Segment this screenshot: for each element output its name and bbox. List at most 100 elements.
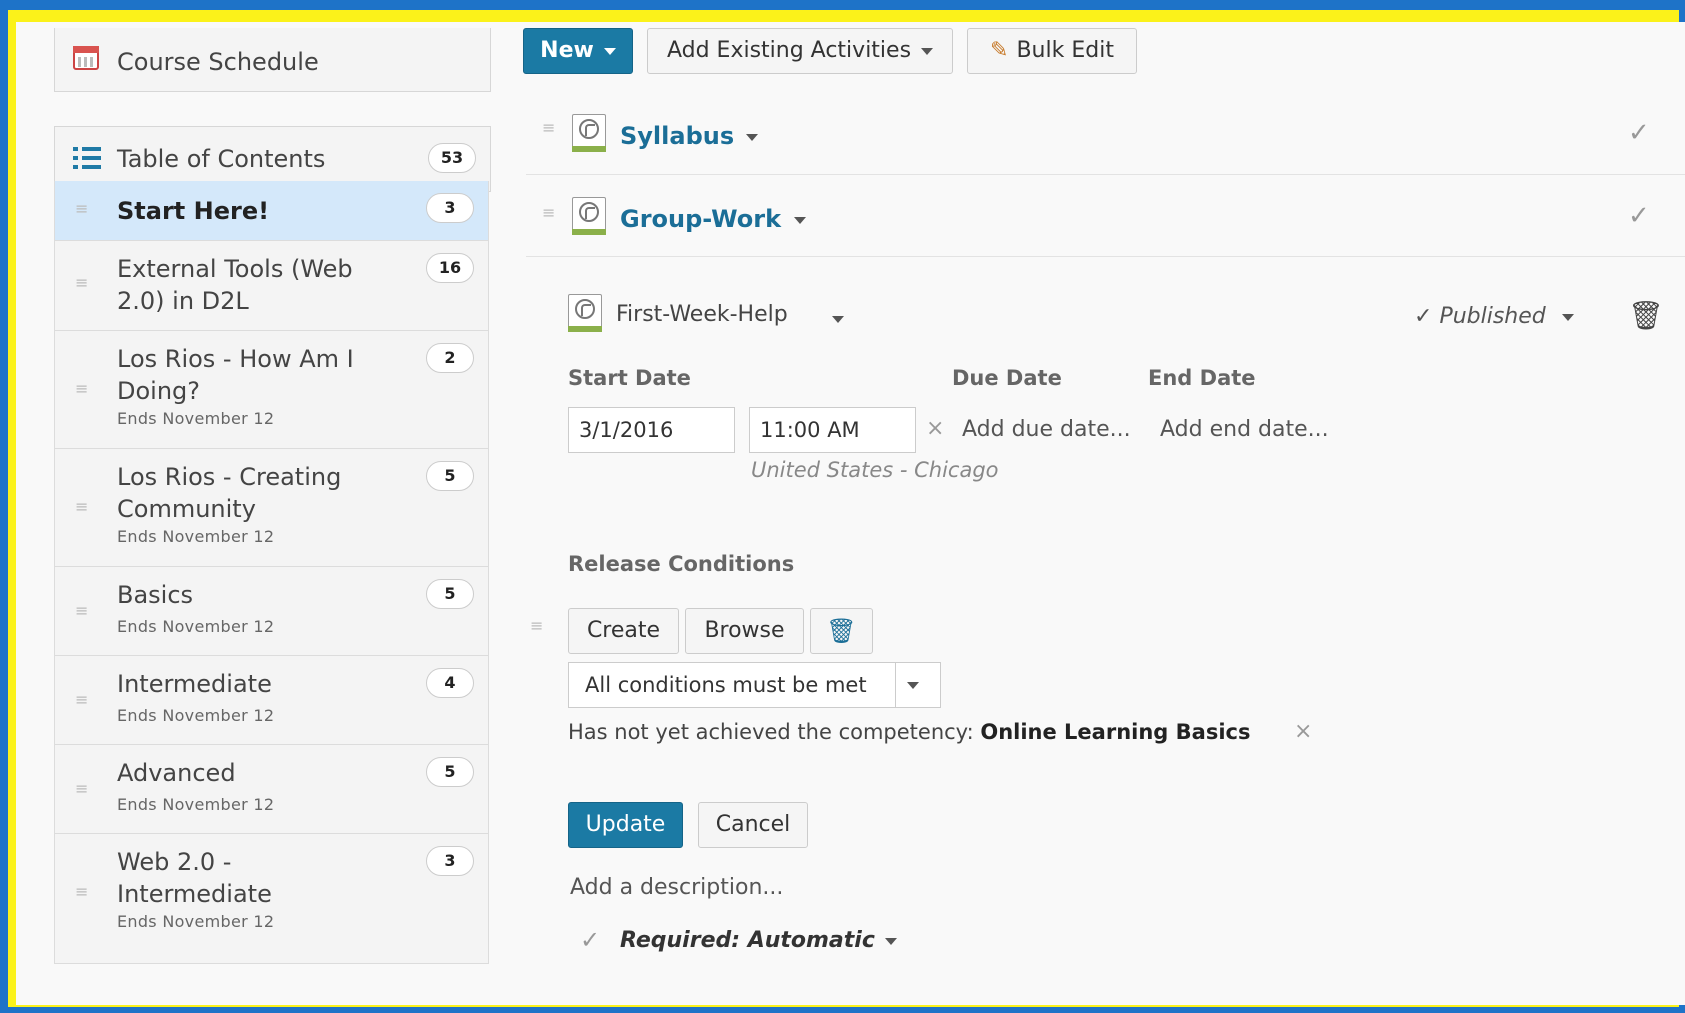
add-end-date-link[interactable]: Add end date... [1160, 417, 1329, 442]
delete-conditions-trash-icon[interactable]: 🗑 [810, 608, 873, 654]
add-due-date-link[interactable]: Add due date... [962, 417, 1131, 442]
module-creating-community[interactable]: ≡ Los Rios - Creating Community Ends Nov… [54, 449, 489, 567]
module-web-intermediate[interactable]: ≡ Web 2.0 - Intermediate Ends November 1… [54, 834, 489, 964]
start-time-input[interactable]: 11:00 AM [749, 407, 916, 453]
start-date-input[interactable]: 3/1/2016 [568, 407, 735, 453]
module-external-tools[interactable]: ≡ External Tools (Web 2.0) in D2L 16 [54, 241, 489, 331]
module-end-date: Ends November 12 [117, 706, 275, 725]
drag-handle-icon[interactable]: ≡ [542, 118, 555, 137]
chevron-down-icon[interactable] [746, 134, 758, 141]
module-title: Basics [117, 581, 194, 609]
clear-date-icon[interactable]: × [926, 416, 944, 441]
drag-handle-icon[interactable]: ≡ [75, 497, 88, 516]
drag-handle-icon[interactable]: ≡ [75, 601, 88, 620]
drag-handle-icon[interactable]: ≡ [542, 203, 555, 222]
pencil-icon: ✎ [990, 38, 1009, 63]
checkmark-icon: ✓ [580, 926, 601, 954]
completion-tracking-dropdown[interactable]: Required: Automatic [620, 928, 897, 953]
module-end-date: Ends November 12 [117, 409, 275, 428]
new-button[interactable]: New [523, 28, 633, 74]
trash-icon[interactable]: 🗑 [1628, 299, 1664, 332]
module-intermediate[interactable]: ≡ Intermediate Ends November 12 4 [54, 656, 489, 745]
web-page-icon [568, 294, 602, 332]
condition-mode-value: All conditions must be met [585, 673, 867, 697]
add-description-link[interactable]: Add a description... [570, 875, 783, 900]
update-button[interactable]: Update [568, 802, 683, 848]
module-end-date: Ends November 12 [117, 795, 275, 814]
module-end-date: Ends November 12 [117, 617, 275, 636]
module-title: Intermediate [117, 670, 272, 698]
cancel-button[interactable]: Cancel [698, 802, 808, 848]
drag-handle-icon[interactable]: ≡ [75, 379, 88, 398]
start-date-label: Start Date [568, 366, 691, 390]
module-count-badge: 2 [426, 343, 474, 373]
condition-target: Online Learning Basics [980, 720, 1251, 744]
module-count-badge: 3 [426, 193, 474, 223]
create-condition-button[interactable]: Create [568, 608, 679, 654]
module-count-badge: 3 [426, 846, 474, 876]
published-check-icon: ✓ [1628, 118, 1650, 148]
module-end-date: Ends November 12 [117, 912, 275, 931]
drag-handle-icon[interactable]: ≡ [530, 616, 543, 635]
end-date-label: End Date [1148, 366, 1256, 390]
module-count-badge: 16 [426, 253, 474, 283]
bulk-edit-label: Bulk Edit [1016, 38, 1114, 63]
topic-title[interactable]: First-Week-Help [616, 302, 788, 327]
module-basics[interactable]: ≡ Basics Ends November 12 5 [54, 567, 489, 656]
module-how-am-i-doing[interactable]: ≡ Los Rios - How Am I Doing? Ends Novemb… [54, 331, 489, 449]
drag-handle-icon[interactable]: ≡ [75, 779, 88, 798]
module-title: Start Here! [117, 197, 270, 225]
module-title: Advanced [117, 759, 236, 787]
module-title: External Tools (Web 2.0) in D2L [117, 255, 353, 315]
module-title: Web 2.0 - Intermediate [117, 848, 272, 908]
condition-prefix: Has not yet achieved the competency: [568, 720, 974, 744]
topic-link-group-work[interactable]: Group-Work [620, 205, 781, 233]
chevron-down-icon[interactable] [832, 316, 844, 323]
course-schedule-link[interactable]: Course Schedule [54, 28, 491, 92]
module-count-badge: 5 [426, 757, 474, 787]
toc-label: Table of Contents [117, 145, 326, 173]
chevron-down-icon [603, 47, 616, 55]
list-icon [73, 147, 101, 169]
condition-item: Has not yet achieved the competency: Onl… [568, 720, 1250, 744]
module-end-date: Ends November 12 [117, 527, 275, 546]
module-title: Los Rios - How Am I Doing? [117, 345, 354, 405]
remove-condition-icon[interactable]: × [1294, 719, 1312, 744]
drag-handle-icon[interactable]: ≡ [75, 882, 88, 901]
module-advanced[interactable]: ≡ Advanced Ends November 12 5 [54, 745, 489, 834]
chevron-down-icon [884, 937, 897, 945]
module-count-badge: 5 [426, 461, 474, 491]
module-title: Los Rios - Creating Community [117, 463, 342, 523]
published-check-icon: ✓ [1628, 201, 1650, 231]
web-page-icon [572, 114, 606, 152]
drag-handle-icon[interactable]: ≡ [75, 199, 88, 218]
chevron-down-icon [895, 663, 940, 707]
required-label: Required: Automatic [620, 928, 875, 953]
status-dropdown[interactable]: ✓ Published [1414, 304, 1574, 329]
release-conditions-heading: Release Conditions [568, 552, 795, 576]
course-schedule-label: Course Schedule [117, 48, 319, 76]
browse-conditions-button[interactable]: Browse [685, 608, 804, 654]
new-button-label: New [540, 38, 594, 63]
toc-count-badge: 53 [428, 143, 476, 173]
topic-row-group-work: ≡ Group-Work ✓ [526, 175, 1685, 257]
status-label: Published [1439, 304, 1546, 329]
bulk-edit-button[interactable]: ✎ Bulk Edit [967, 28, 1137, 74]
module-count-badge: 5 [426, 579, 474, 609]
drag-handle-icon[interactable]: ≡ [75, 690, 88, 709]
calendar-icon [73, 46, 99, 70]
drag-handle-icon[interactable]: ≡ [75, 273, 88, 292]
module-start-here[interactable]: ≡ Start Here! 3 [54, 181, 489, 241]
checkmark-icon: ✓ [1414, 304, 1440, 329]
timezone-label: United States - Chicago [751, 458, 999, 482]
content-area: Course Schedule Table of Contents 53 ≡ S… [16, 22, 1685, 1005]
chevron-down-icon [921, 47, 934, 55]
add-existing-label: Add Existing Activities [666, 38, 912, 63]
chevron-down-icon[interactable] [794, 217, 806, 224]
topic-link-syllabus[interactable]: Syllabus [620, 122, 734, 150]
topic-row-syllabus: ≡ Syllabus ✓ [526, 92, 1685, 175]
due-date-label: Due Date [952, 366, 1062, 390]
add-existing-activities-button[interactable]: Add Existing Activities [647, 28, 953, 74]
condition-mode-select[interactable]: All conditions must be met [568, 662, 941, 708]
chevron-down-icon [1561, 313, 1574, 321]
